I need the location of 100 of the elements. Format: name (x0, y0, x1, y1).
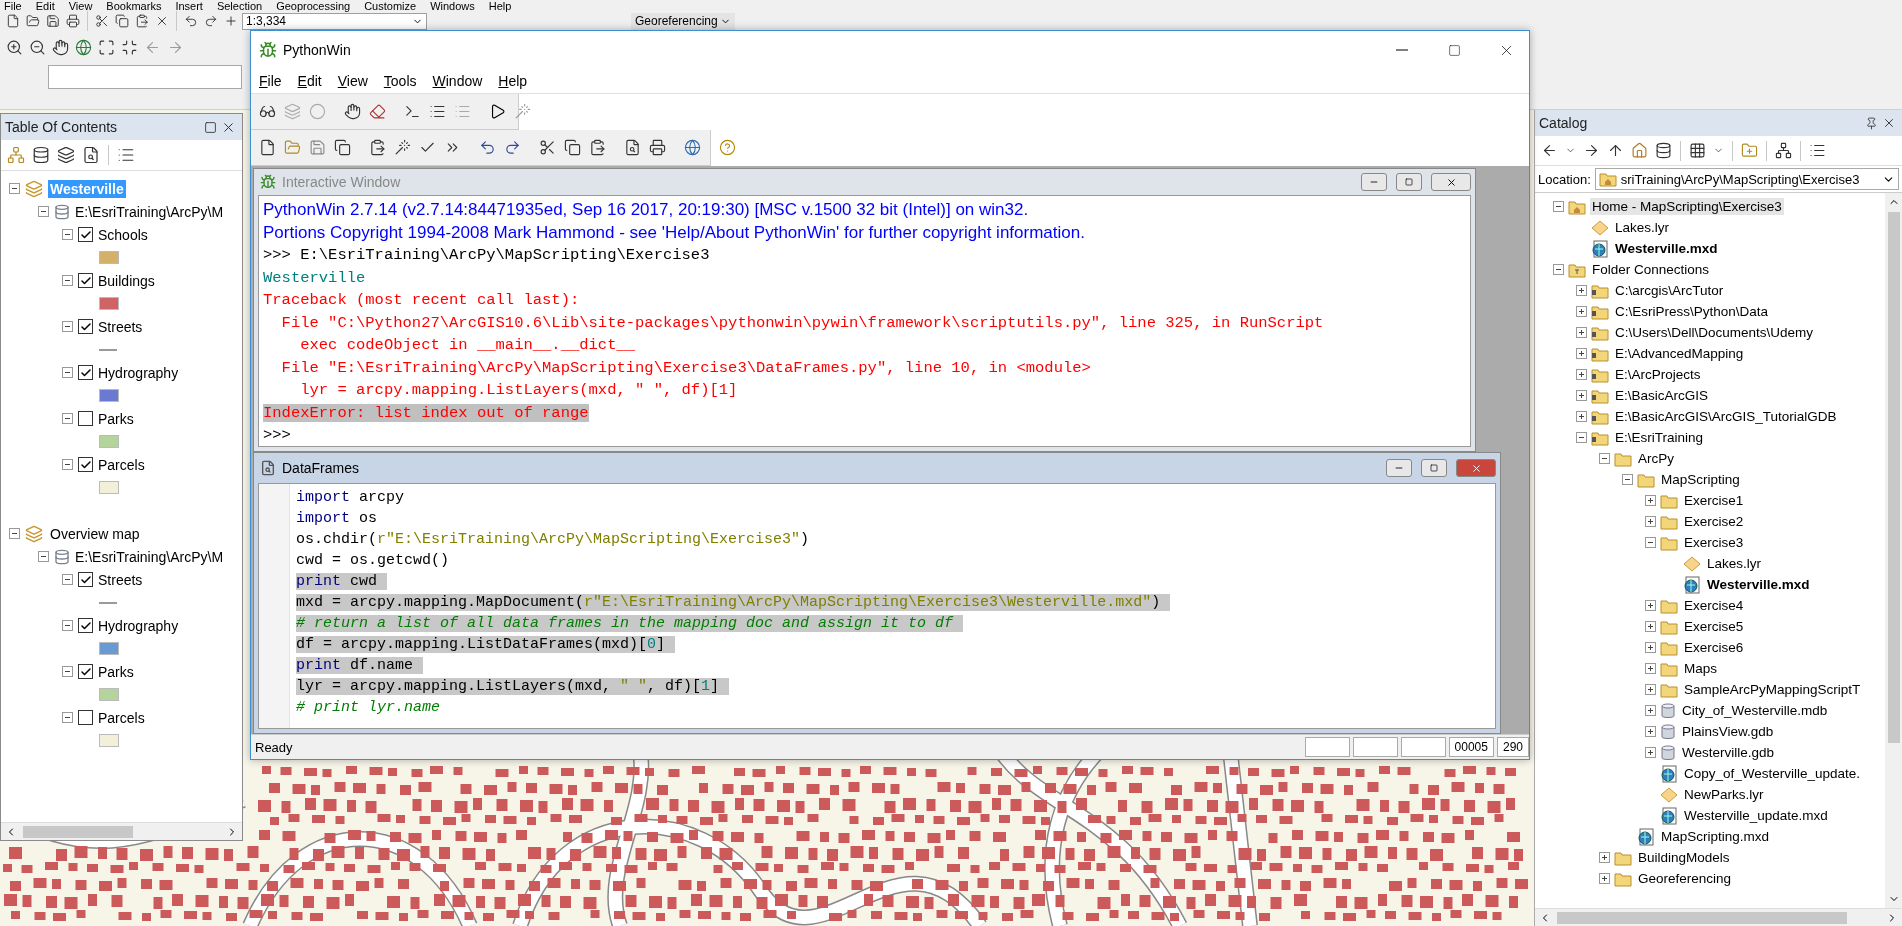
tree-item[interactable]: BuildingModels (1636, 849, 1732, 866)
tree-item[interactable]: C:\EsriPress\Python\Data (1613, 303, 1771, 320)
scrollbar[interactable] (1535, 908, 1902, 926)
database-icon[interactable] (1653, 140, 1674, 161)
expand-toggle-icon[interactable] (1576, 306, 1587, 317)
tree-item[interactable]: Exercise2 (1682, 513, 1746, 530)
tree-item[interactable]: Home - MapScripting\Exercise3 (1590, 198, 1784, 215)
expand-toggle-icon[interactable] (1645, 663, 1656, 674)
layer-checkbox[interactable] (78, 710, 93, 725)
tree-item[interactable]: Exercise3 (1682, 534, 1746, 551)
expand-toggle-icon[interactable] (62, 413, 73, 424)
expand-toggle-icon[interactable] (62, 367, 73, 378)
expand-toggle-icon[interactable] (38, 551, 49, 562)
menu-item[interactable]: Window (432, 73, 483, 89)
menu-item[interactable]: File (259, 73, 282, 89)
tree-item[interactable]: Maps (1682, 660, 1719, 677)
location-field[interactable]: sriTraining\ArcPy\MapScripting\Exercise3 (1594, 168, 1899, 190)
printer-icon[interactable] (64, 12, 82, 30)
menu-item[interactable]: Geoprocessing (276, 0, 351, 12)
tree-item[interactable]: Lakes.lyr (1705, 555, 1764, 572)
expand-toggle-icon[interactable] (62, 712, 73, 723)
tree-item[interactable]: ArcPy (1636, 450, 1676, 467)
tree-item[interactable]: Exercise5 (1682, 618, 1746, 635)
tree-item[interactable]: C:\arcgis\ArcTutor (1613, 282, 1726, 299)
expand-toggle-icon[interactable] (1553, 264, 1564, 275)
tree-item[interactable]: SampleArcPyMappingScriptT (1682, 681, 1863, 698)
expand-toggle-icon[interactable] (62, 321, 73, 332)
home-icon[interactable] (1629, 140, 1650, 161)
expand-toggle-icon[interactable] (38, 206, 49, 217)
expand-toggle-icon[interactable] (1645, 684, 1656, 695)
tree-item[interactable]: Folder Connections (1590, 261, 1712, 278)
expand-toggle-icon[interactable] (1576, 285, 1587, 296)
tree-item[interactable]: E:\AdvancedMapping (1613, 345, 1746, 362)
restore-button[interactable] (1396, 173, 1422, 191)
copy-icon[interactable] (562, 137, 583, 158)
expand-toggle-icon[interactable] (1645, 726, 1656, 737)
tree-item[interactable]: Exercise1 (1682, 492, 1746, 509)
expand-toggle-icon[interactable] (1576, 348, 1587, 359)
layer-checkbox[interactable] (78, 365, 93, 380)
tree-icon[interactable] (1773, 140, 1794, 161)
text-field[interactable] (48, 65, 242, 89)
expand-toggle-icon[interactable] (9, 528, 20, 539)
tree-item[interactable]: Westerville.gdb (1680, 744, 1777, 761)
layers-icon[interactable] (55, 144, 77, 166)
menu-item[interactable]: Bookmarks (106, 0, 162, 12)
layer-checkbox[interactable] (78, 572, 93, 587)
expand-toggle-icon[interactable] (62, 574, 73, 585)
tree-item[interactable]: Westerville.mxd (1613, 240, 1720, 257)
layer-checkbox[interactable] (78, 618, 93, 633)
expand-toggle-icon[interactable] (1576, 369, 1587, 380)
globe-icon[interactable] (682, 137, 703, 158)
menu-item[interactable]: Selection (216, 0, 263, 12)
layer-checkbox[interactable] (78, 664, 93, 679)
restore-button[interactable] (1421, 459, 1447, 477)
save-all-icon[interactable] (332, 137, 353, 158)
tree-item[interactable]: Westerville.mxd (1705, 576, 1812, 593)
scrollbar[interactable] (1, 822, 242, 840)
tree-item[interactable]: Westerville_update.mxd (1682, 807, 1830, 824)
close-button[interactable] (1431, 173, 1471, 191)
minimize-button[interactable] (1361, 173, 1387, 191)
menu-item[interactable]: Help (488, 0, 512, 12)
copy-icon[interactable] (113, 12, 131, 30)
menu-item[interactable]: Edit (35, 0, 55, 12)
menu-item[interactable]: File (4, 0, 22, 12)
layer-checkbox[interactable] (78, 319, 93, 334)
menu-item[interactable]: Customize (364, 0, 417, 12)
hand-icon[interactable] (342, 101, 363, 122)
expand-toggle-icon[interactable] (1645, 705, 1656, 716)
expand-toggle-icon[interactable] (1645, 516, 1656, 527)
expand-toggle-icon[interactable] (62, 459, 73, 470)
expand-toggle-icon[interactable] (62, 666, 73, 677)
expand-toggle-icon[interactable] (62, 620, 73, 631)
tree-item[interactable]: City_of_Westerville.mdb (1680, 702, 1830, 719)
minimize-button[interactable] (1386, 459, 1412, 477)
tree-item[interactable]: C:\Users\Dell\Documents\Udemy (1613, 324, 1816, 341)
grid-icon[interactable] (1687, 140, 1708, 161)
expand-toggle-icon[interactable] (1645, 537, 1656, 548)
expand-toggle-icon[interactable] (1599, 852, 1610, 863)
tree-item[interactable]: Lakes.lyr (1613, 219, 1672, 236)
save-icon[interactable] (44, 12, 62, 30)
tree-item[interactable]: NewParks.lyr (1682, 786, 1766, 803)
menu-item[interactable]: Edit (297, 73, 322, 89)
menu-item[interactable]: View (68, 0, 93, 12)
printer-icon[interactable] (647, 137, 668, 158)
expand-toggle-icon[interactable] (9, 183, 20, 194)
expand-toggle-icon[interactable] (1622, 474, 1633, 485)
tree-item[interactable]: MapScripting (1659, 471, 1742, 488)
tree-item[interactable]: E:\BasicArcGIS (1613, 387, 1711, 404)
expand-toggle-icon[interactable] (1576, 432, 1587, 443)
expand-toggle-icon[interactable] (1599, 873, 1610, 884)
scale-combo[interactable]: 1:3,334 (242, 12, 427, 30)
layer-checkbox[interactable] (78, 457, 93, 472)
layer-checkbox[interactable] (78, 411, 93, 426)
menu-item[interactable]: Insert (175, 0, 203, 12)
tree-item[interactable]: Copy_of_Westerville_update. (1682, 765, 1863, 782)
expand-toggle-icon[interactable] (1645, 621, 1656, 632)
expand-toggle-icon[interactable] (1576, 411, 1587, 422)
tree-item[interactable]: E:\EsriTraining (1613, 429, 1706, 446)
layer-checkbox[interactable] (78, 227, 93, 242)
help-icon[interactable] (717, 137, 738, 158)
